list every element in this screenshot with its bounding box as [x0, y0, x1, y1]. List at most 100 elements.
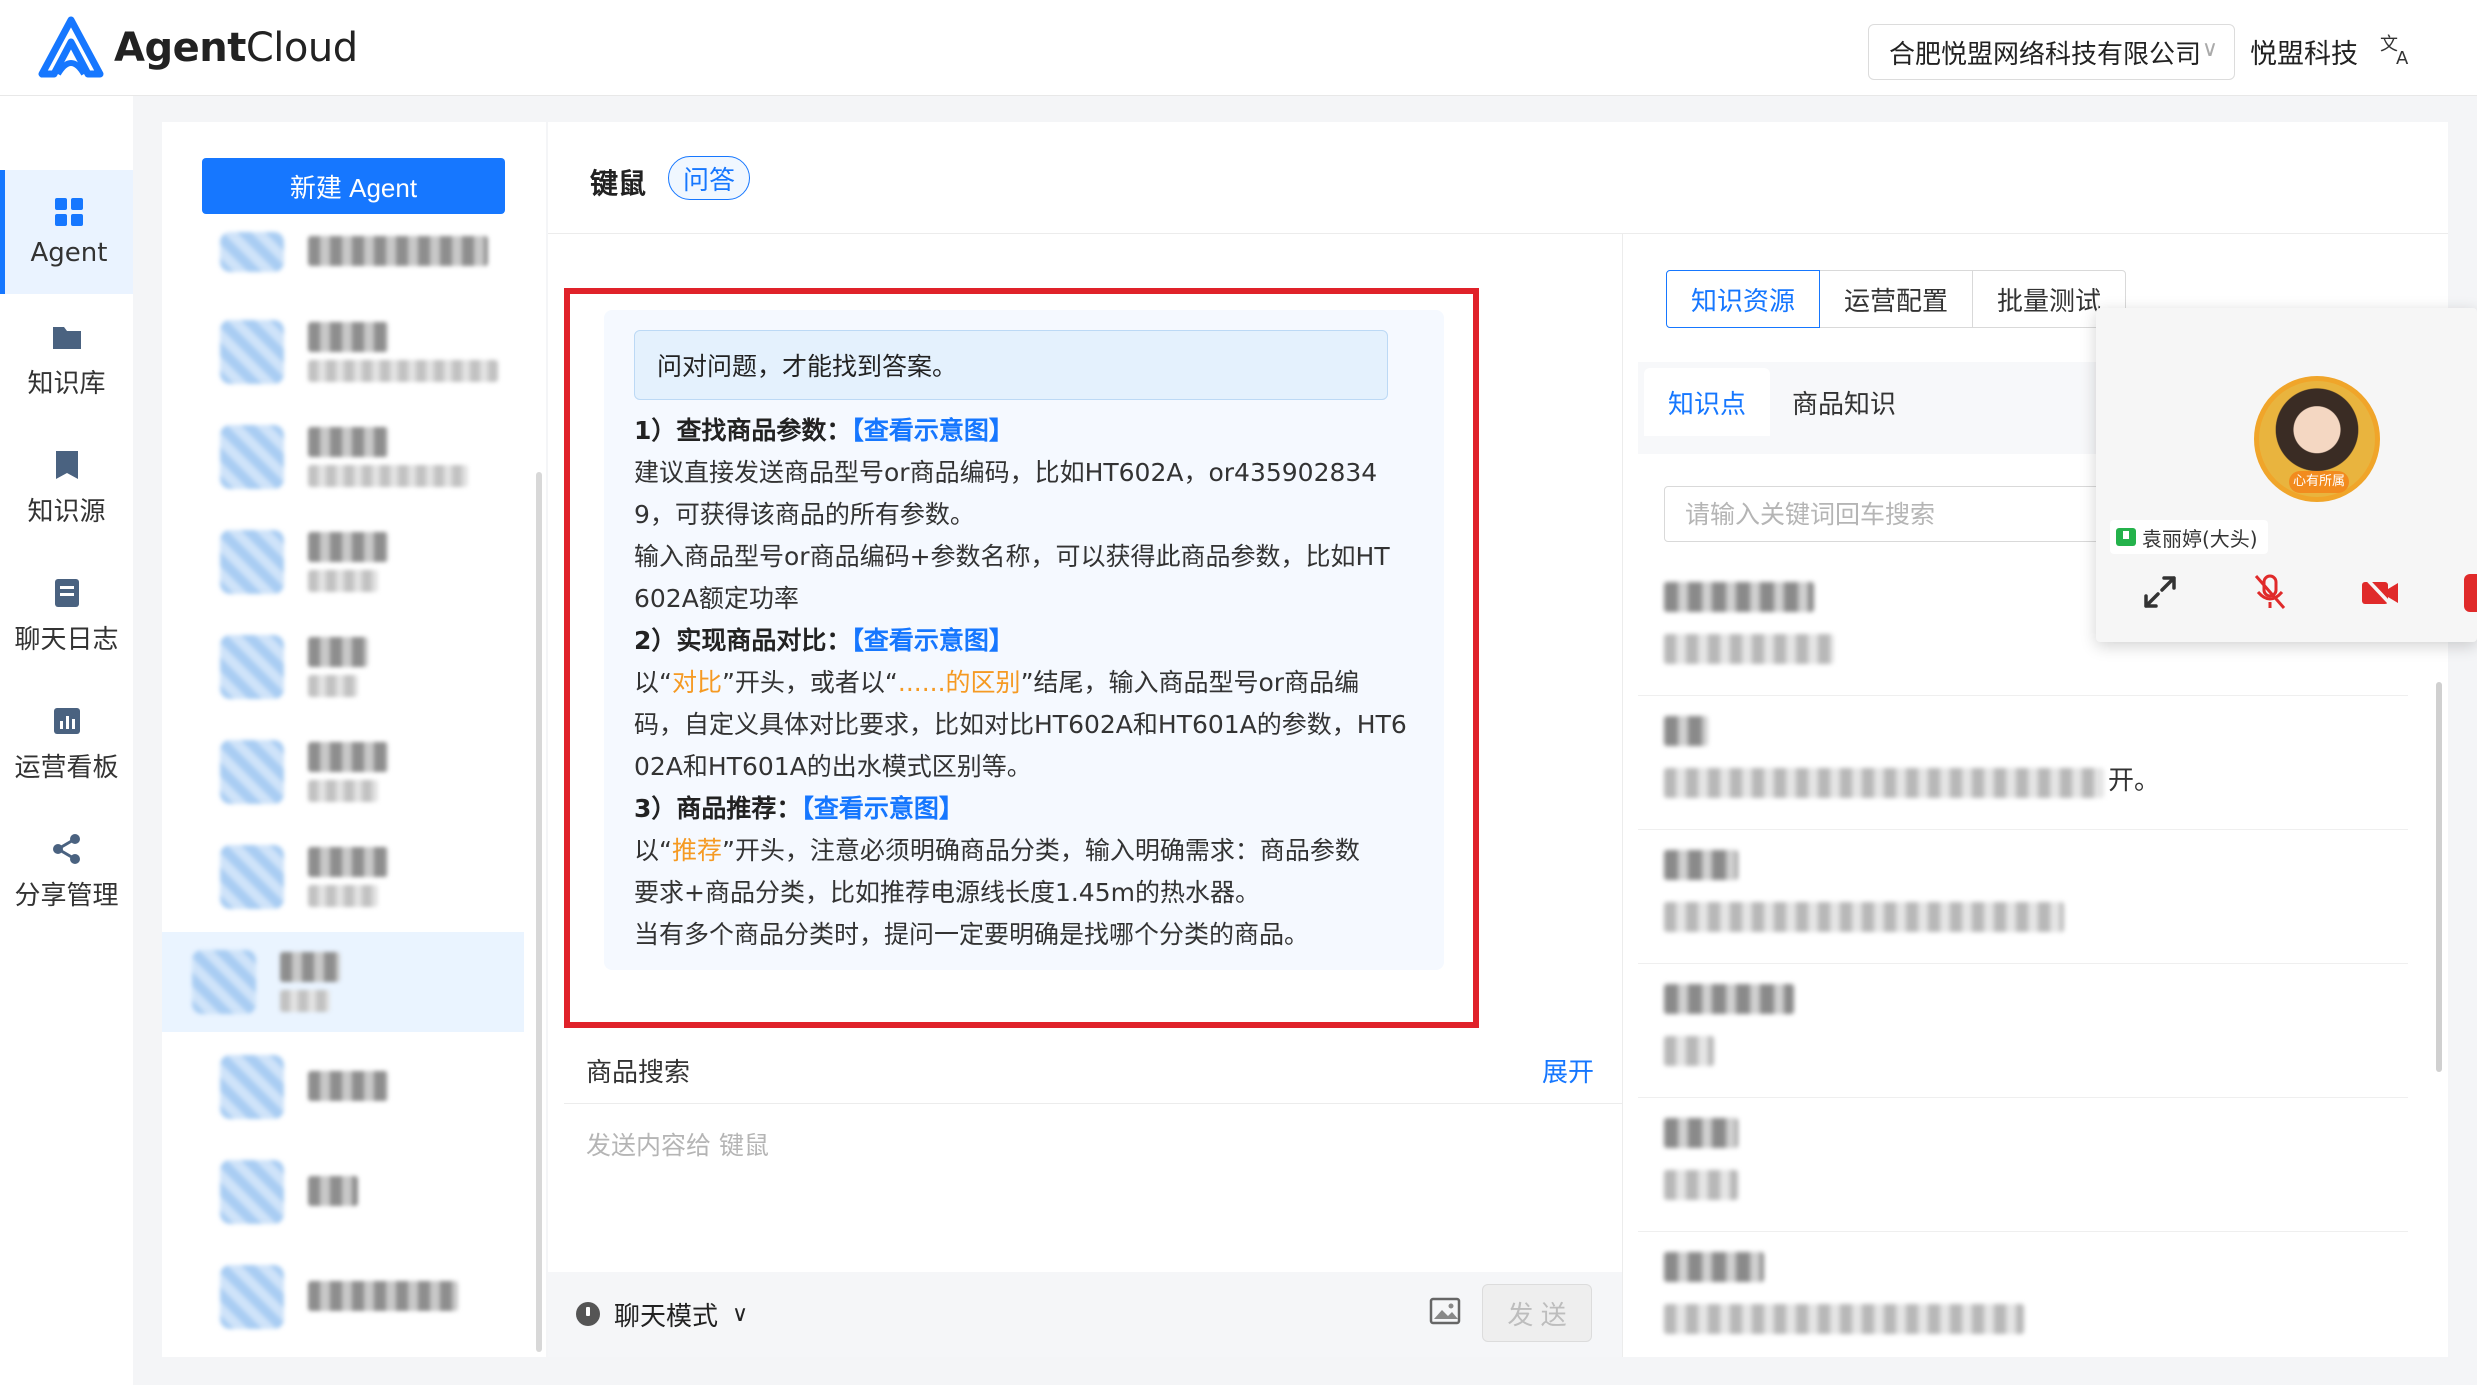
panel-divider: [1622, 234, 1623, 1357]
redacted-title: [1664, 716, 1708, 746]
knowledge-point-item[interactable]: 开。: [1638, 696, 2408, 830]
expand-button[interactable]: 展开: [1542, 1052, 1594, 1089]
agent-desc-redacted: [308, 360, 498, 382]
new-agent-button[interactable]: 新建 Agent: [202, 158, 505, 214]
folder-icon: [52, 326, 81, 349]
message-input-area: [564, 1106, 1622, 1252]
guide-section-title: 1）查找商品参数：: [634, 416, 852, 445]
avatar-badge: 心有所属: [2289, 471, 2349, 493]
knowledge-list-scrollbar[interactable]: [2436, 682, 2442, 1072]
company-select-value: 合肥悦盟网络科技有限公司: [1889, 39, 2202, 70]
knowledge-point-item[interactable]: [1638, 1098, 2408, 1232]
agent-list-item[interactable]: [190, 232, 530, 292]
top-bar: AgentCloud 合肥悦盟网络科技有限公司 ∨ 悦盟科技 文 A: [0, 0, 2477, 96]
send-button[interactable]: 发 送: [1482, 1284, 1592, 1342]
agent-list-item[interactable]: [190, 827, 530, 927]
product-search-label: 商品搜索: [586, 1058, 691, 1088]
knowledge-tabs: 知识资源 运营配置 批量测试: [1666, 270, 2127, 328]
video-call-overlay[interactable]: 心有所属 袁丽婷(大头): [2096, 308, 2477, 642]
agent-list-item-selected[interactable]: [162, 932, 524, 1032]
caller-name-tag: 袁丽婷(大头): [2110, 520, 2268, 554]
agent-list-item[interactable]: [190, 1142, 530, 1242]
guide-heading-2: 2）实现商品对比：【查看示意图】: [634, 620, 1414, 662]
knowledge-point-item[interactable]: [1638, 1232, 2408, 1357]
org-name[interactable]: 悦盟科技: [2250, 32, 2358, 71]
guide-line: 输入商品型号or商品编码+参数名称，可以获得此商品参数，比如HT: [634, 542, 1390, 571]
knowledge-point-item[interactable]: [1638, 964, 2408, 1098]
agent-name-redacted: [308, 847, 388, 877]
usage-guide: 1）查找商品参数：【查看示意图】 建议直接发送商品型号or商品编码，比如HT60…: [634, 410, 1414, 956]
message-input[interactable]: [564, 1106, 1622, 1252]
agent-avatar: [220, 232, 284, 272]
redacted-content: [1664, 1036, 1714, 1066]
agent-name-redacted: [308, 1281, 458, 1311]
guide-line: 02A和HT601A的出水模式区别等。: [634, 752, 1032, 781]
agent-avatar: [220, 845, 284, 909]
screen-share-icon: [2116, 528, 2136, 546]
redacted-content: [1664, 1170, 1738, 1200]
knowledge-point-snippet: 开。: [2108, 766, 2161, 796]
agent-list-item[interactable]: [190, 617, 530, 717]
redacted-title: [1664, 984, 1794, 1014]
agent-desc-redacted: [308, 885, 378, 907]
knowledge-point-item[interactable]: [1638, 830, 2408, 964]
guide-line: 当有多个商品分类时，提问一定要明确是找哪个分类的商品。: [634, 920, 1310, 949]
agent-list-item[interactable]: [190, 512, 530, 612]
redacted-title: [1664, 1118, 1738, 1148]
agent-list-item[interactable]: [190, 407, 530, 507]
hangup-button[interactable]: [2464, 574, 2477, 612]
agent-list-panel: 新建 Agent: [162, 122, 546, 1357]
nav-label: 知识源: [27, 496, 106, 527]
chat-mode-dropdown[interactable]: 聊天模式 ∨: [576, 1292, 748, 1336]
agent-name-redacted: [308, 236, 488, 266]
nav-label: 运营看板: [14, 752, 119, 783]
agent-list-item[interactable]: [190, 1247, 530, 1347]
tab-operations-config[interactable]: 运营配置: [1819, 270, 1974, 328]
image-upload-icon[interactable]: [1428, 1294, 1462, 1328]
nav-item-chat-log[interactable]: 聊天日志: [0, 554, 133, 678]
guide-heading-3: 3）商品推荐：【查看示意图】: [634, 788, 1414, 830]
guide-section-title: 3）商品推荐：: [634, 794, 802, 823]
redacted-content: [1664, 1304, 2024, 1334]
agent-list-item[interactable]: [190, 722, 530, 822]
camera-off-icon[interactable]: [2358, 570, 2402, 614]
nav-label: 聊天日志: [14, 624, 119, 655]
mic-muted-icon[interactable]: [2248, 570, 2292, 614]
chat-mode-label: 聊天模式: [614, 1301, 719, 1332]
agent-list-item[interactable]: [190, 302, 530, 402]
nav-label: 知识库: [27, 368, 106, 399]
guide-line: 要求+商品分类，比如推荐电源线长度1.45m的热水器。: [634, 878, 1260, 907]
agent-avatar: [220, 1265, 284, 1329]
agent-name-redacted: [280, 952, 340, 982]
redacted-title: [1664, 582, 1814, 612]
tab-knowledge-points[interactable]: 知识点: [1644, 368, 1771, 436]
view-diagram-link[interactable]: 【查看示意图】: [801, 794, 964, 823]
logo[interactable]: AgentCloud: [36, 16, 358, 80]
tab-product-knowledge[interactable]: 商品知识: [1768, 368, 1920, 436]
agent-name-redacted: [308, 322, 388, 352]
grid-icon: [55, 198, 83, 226]
nav-item-knowledge-base[interactable]: 知识库: [0, 298, 133, 422]
share-icon: [52, 833, 80, 864]
company-select[interactable]: 合肥悦盟网络科技有限公司 ∨: [1868, 24, 2235, 80]
agent-desc-redacted: [308, 465, 468, 487]
nav-item-share[interactable]: 分享管理: [0, 810, 133, 934]
redacted-content: [1664, 634, 1834, 664]
agent-list-scrollbar[interactable]: [536, 472, 542, 1352]
view-diagram-link[interactable]: 【查看示意图】: [851, 626, 1014, 655]
translate-icon[interactable]: 文 A: [2380, 30, 2416, 66]
logo-icon: [38, 16, 104, 78]
guide-line: 以“对比”开头，或者以“......的区别”结尾，输入商品型号or商品编: [634, 668, 1360, 697]
view-diagram-link[interactable]: 【查看示意图】: [851, 416, 1014, 445]
agent-avatar: [220, 1160, 284, 1224]
agent-avatar: [220, 1055, 284, 1119]
knowledge-point-list: 开。: [1638, 562, 2408, 1357]
agent-list-item[interactable]: [190, 1037, 530, 1137]
nav-item-agent[interactable]: Agent: [0, 170, 133, 294]
nav-item-knowledge-source[interactable]: 知识源: [0, 426, 133, 550]
agent-name-redacted: [308, 637, 368, 667]
agent-name-redacted: [308, 1176, 358, 1206]
fullscreen-icon[interactable]: [2138, 570, 2182, 614]
nav-item-dashboard[interactable]: 运营看板: [0, 682, 133, 806]
tab-knowledge-resources[interactable]: 知识资源: [1666, 270, 1821, 328]
